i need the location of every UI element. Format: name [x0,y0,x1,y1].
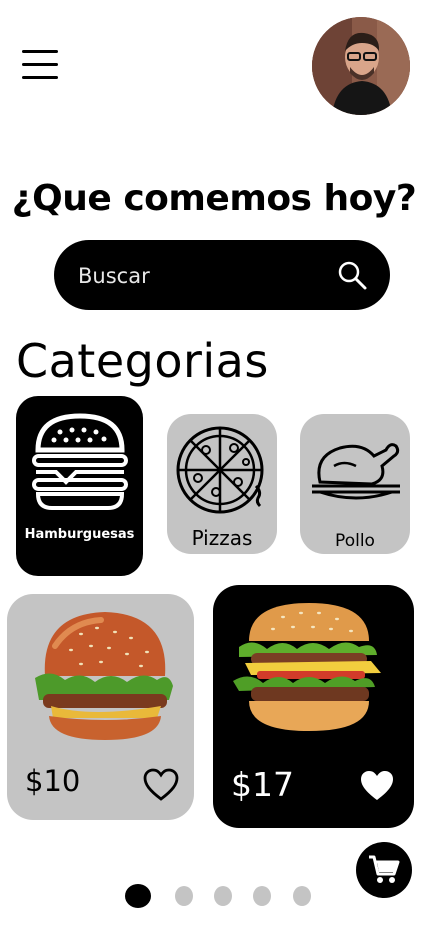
burger-photo [233,603,381,731]
page-dot-4[interactable] [253,886,271,906]
category-hamburguesas[interactable]: Hamburguesas [16,396,143,576]
page-dot-3[interactable] [214,886,232,906]
search-input[interactable] [76,254,320,298]
shopping-cart-icon [369,855,400,883]
page-title: ¿Que comemos hoy? [11,178,417,219]
page-dot-5[interactable] [293,886,311,906]
menu-button[interactable] [22,50,62,84]
product-price: $10 [25,764,81,798]
search-bar [54,240,390,310]
category-label: Pizzas [191,526,253,550]
cart-button[interactable] [356,842,412,898]
heart-filled-icon[interactable] [359,769,395,803]
product-card[interactable]: $10 [7,594,194,820]
categories-title: Categorias [16,334,269,388]
product-price: $17 [231,765,294,804]
burger-icon [32,413,128,510]
category-pollo[interactable]: Pollo [300,414,410,554]
burger-photo [35,612,173,740]
category-label: Hamburguesas [24,527,135,542]
category-label: Pollo [335,531,375,551]
product-card[interactable]: $17 [213,585,414,828]
category-pizzas[interactable]: Pizzas [167,414,277,554]
page-dot-1[interactable] [125,884,151,908]
pizza-icon [176,426,264,514]
avatar[interactable] [312,17,410,115]
roast-chicken-icon [312,443,400,500]
page-dot-2[interactable] [175,886,193,906]
menu-line [22,76,58,79]
heart-icon[interactable] [143,768,179,802]
user-avatar-image [312,17,410,115]
menu-line [22,63,58,66]
menu-line [22,50,58,53]
search-icon[interactable] [336,259,368,291]
